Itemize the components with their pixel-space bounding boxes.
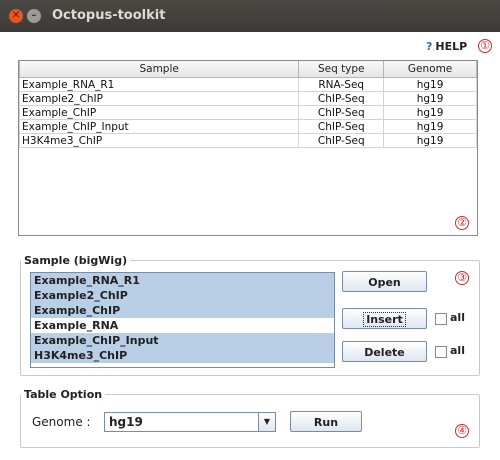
table-cell-seq-type: ChIP-Seq	[298, 91, 385, 106]
title-bar: ✕ – Octopus-toolkit	[0, 0, 500, 32]
question-icon: ?	[426, 40, 433, 53]
help-button[interactable]: ? HELP	[426, 40, 467, 53]
table-cell-genome: hg19	[383, 91, 477, 106]
table-cell-genome: hg19	[383, 77, 477, 92]
run-button-label: Run	[313, 416, 339, 429]
marker-2: ②	[455, 216, 469, 230]
table-cell-sample: H3K4me3_ChIP	[18, 133, 300, 148]
sample-list[interactable]: Example_RNA_R1 Example2_ChIP Example_ChI…	[30, 272, 335, 368]
delete-all-label: all	[450, 344, 465, 357]
insert-button-label: Insert	[363, 312, 406, 327]
genome-select-value: hg19	[109, 415, 143, 429]
table-cell-genome: hg19	[383, 119, 477, 134]
table-cell-sample: Example_ChIP	[18, 105, 300, 120]
table-cell-seq-type: RNA-Seq	[298, 77, 385, 92]
table-row[interactable]: Example_ChIP_Input ChIP-Seq hg19	[18, 119, 477, 134]
table-row[interactable]: Example_RNA_R1 RNA-Seq hg19	[18, 77, 477, 92]
chevron-down-icon[interactable]: ▼	[258, 413, 275, 431]
table-option-legend: Table Option	[24, 388, 103, 401]
list-item[interactable]: Example_ChIP	[31, 303, 334, 318]
column-header-sample[interactable]: Sample	[18, 61, 300, 78]
insert-button[interactable]: Insert	[342, 308, 427, 329]
list-item[interactable]: Example_RNA_R1	[31, 273, 334, 288]
help-label: HELP	[435, 40, 468, 53]
table-cell-genome: hg19	[383, 133, 477, 148]
table-cell-seq-type: ChIP-Seq	[298, 133, 385, 148]
sample-bigwig-legend: Sample (bigWig)	[24, 254, 128, 267]
list-item[interactable]: Example_ChIP_Input	[31, 333, 334, 348]
window-title: Octopus-toolkit	[52, 8, 166, 23]
genome-select[interactable]: hg19 ▼	[104, 412, 276, 432]
insert-all-checkbox[interactable]	[435, 313, 447, 325]
list-item[interactable]: H3K4me3_ChIP	[31, 348, 334, 363]
close-window-button[interactable]: ✕	[9, 9, 23, 23]
delete-button-label: Delete	[364, 346, 405, 359]
marker-1: ①	[478, 39, 492, 53]
minimize-window-button[interactable]: –	[27, 9, 41, 23]
close-icon: ✕	[11, 10, 21, 21]
sample-table-grid: Sample Seq type Genome Example_RNA_R1 RN…	[18, 61, 477, 148]
marker-4: ④	[455, 424, 469, 438]
table-row[interactable]: Example_ChIP ChIP-Seq hg19	[18, 105, 477, 120]
column-header-genome[interactable]: Genome	[383, 61, 477, 78]
insert-all-label: all	[450, 311, 465, 324]
table-row[interactable]: Example2_ChIP ChIP-Seq hg19	[18, 91, 477, 106]
table-cell-genome: hg19	[383, 105, 477, 120]
genome-label: Genome :	[32, 415, 91, 429]
table-row[interactable]: H3K4me3_ChIP ChIP-Seq hg19	[18, 133, 477, 148]
table-header-row: Sample Seq type Genome	[18, 61, 477, 78]
table-cell-sample: Example_ChIP_Input	[18, 119, 300, 134]
open-button[interactable]: Open	[342, 271, 427, 292]
column-header-seq-type[interactable]: Seq type	[298, 61, 385, 78]
run-button[interactable]: Run	[290, 411, 362, 432]
list-item[interactable]: Example_RNA	[31, 318, 334, 333]
marker-3: ③	[455, 271, 469, 285]
table-cell-sample: Example2_ChIP	[18, 91, 300, 106]
delete-button[interactable]: Delete	[342, 341, 427, 362]
table-cell-sample: Example_RNA_R1	[18, 77, 300, 92]
table-cell-seq-type: ChIP-Seq	[298, 105, 385, 120]
minimize-icon: –	[31, 10, 37, 21]
list-item[interactable]: Example2_ChIP	[31, 288, 334, 303]
delete-all-checkbox[interactable]	[435, 346, 447, 358]
table-cell-seq-type: ChIP-Seq	[298, 119, 385, 134]
sample-table[interactable]: Sample Seq type Genome Example_RNA_R1 RN…	[18, 60, 478, 236]
open-button-label: Open	[368, 276, 401, 289]
